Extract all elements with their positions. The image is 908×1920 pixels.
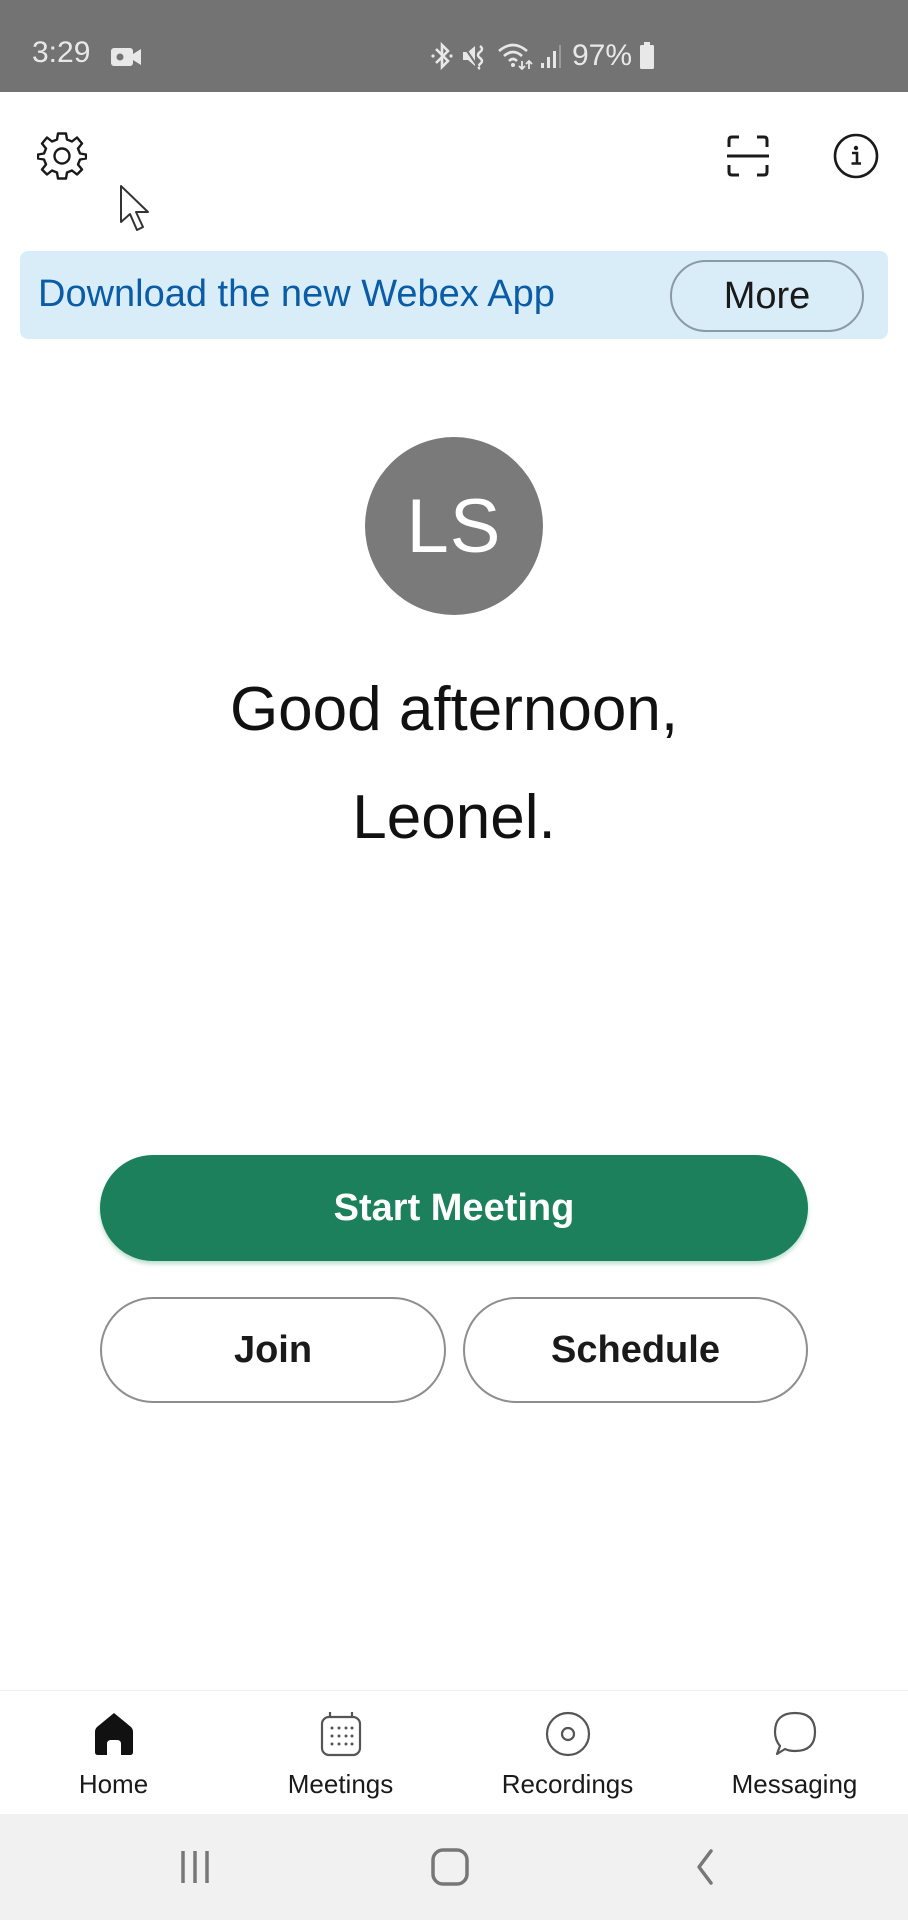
info-icon	[833, 133, 879, 179]
join-button[interactable]: Join	[100, 1297, 446, 1403]
status-bar: 3:29 97%	[0, 0, 908, 92]
signal-icon	[541, 45, 561, 68]
battery-percent: 97%	[572, 39, 633, 72]
status-icons: 97%	[430, 36, 656, 76]
calendar-icon	[320, 1712, 361, 1757]
wifi-icon	[498, 43, 533, 71]
chat-bubble-icon	[773, 1711, 816, 1756]
gear-icon	[37, 132, 87, 180]
start-meeting-button[interactable]: Start Meeting	[100, 1155, 808, 1261]
home-icon	[94, 1713, 133, 1755]
avatar[interactable]: LS	[365, 437, 543, 615]
greeting-line-2: Leonel.	[352, 783, 556, 852]
info-button[interactable]	[824, 124, 888, 188]
more-button[interactable]: More	[670, 260, 864, 332]
download-app-banner: Download the new Webex App More	[20, 251, 888, 339]
avatar-initials: LS	[406, 483, 502, 569]
nav-label-messaging: Messaging	[731, 1769, 858, 1799]
video-recording-icon	[111, 48, 141, 66]
back-icon	[697, 1849, 713, 1885]
nav-item-recordings[interactable]: Recordings	[454, 1691, 681, 1814]
nav-label-home: Home	[78, 1769, 149, 1799]
banner-text: Download the new Webex App	[38, 273, 555, 315]
nav-label-meetings: Meetings	[287, 1769, 394, 1799]
back-button[interactable]	[675, 1842, 735, 1892]
recents-icon	[181, 1851, 209, 1883]
status-time: 3:29	[32, 36, 91, 69]
nav-item-messaging[interactable]: Messaging	[681, 1691, 908, 1814]
webex-home-screen: 3:29 97% Download the new Webex App More…	[0, 0, 908, 1920]
mouse-cursor-icon	[120, 185, 149, 231]
nav-item-meetings[interactable]: Meetings	[227, 1691, 454, 1814]
system-navigation-bar	[0, 1814, 908, 1920]
home-button-icon	[431, 1848, 469, 1886]
settings-button[interactable]	[30, 124, 94, 188]
scan-icon	[727, 135, 769, 177]
battery-icon	[640, 42, 655, 69]
nav-item-home[interactable]: Home	[0, 1691, 227, 1814]
bottom-navigation: Home Meetings Recordings Messaging	[0, 1690, 908, 1814]
recording-icon	[545, 1711, 590, 1757]
vibrate-mute-icon	[462, 44, 484, 70]
schedule-button[interactable]: Schedule	[463, 1297, 808, 1403]
home-system-button[interactable]	[420, 1842, 480, 1892]
scan-button[interactable]	[714, 124, 782, 188]
greeting: Good afternoon, Leonel.	[0, 656, 908, 872]
nav-label-recordings: Recordings	[501, 1769, 634, 1799]
greeting-line-1: Good afternoon,	[229, 675, 679, 744]
bluetooth-icon	[431, 41, 453, 71]
recents-button[interactable]	[165, 1842, 225, 1892]
